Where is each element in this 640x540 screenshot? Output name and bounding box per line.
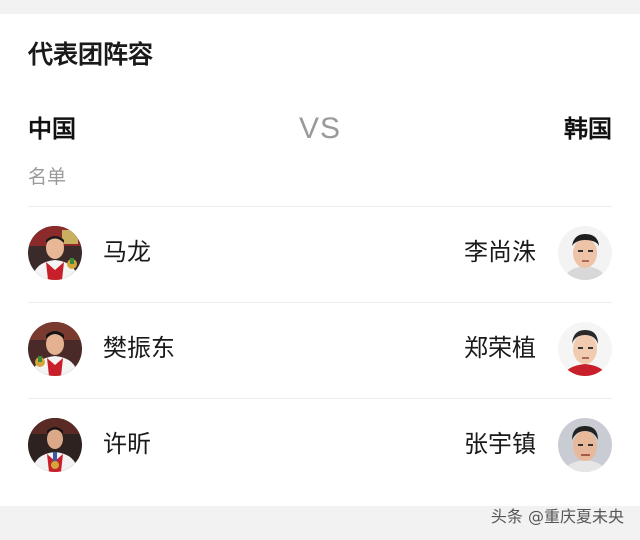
lineup-card: 代表团阵容 中国 VS 韩国 名单 马龙 李尚洙 樊振东 郑荣植 许昕 张宇镇 xyxy=(0,14,640,506)
home-player-2-name[interactable]: 樊振东 xyxy=(103,332,175,364)
home-player-3-name[interactable]: 许昕 xyxy=(103,428,151,460)
team-away-name[interactable]: 韩国 xyxy=(564,113,612,145)
away-player-2-avatar[interactable] xyxy=(558,322,612,376)
away-player-1-name[interactable]: 李尚洙 xyxy=(464,236,536,268)
roster-label: 名单 xyxy=(28,166,67,188)
away-player-2-name[interactable]: 郑荣植 xyxy=(464,332,536,364)
away-player-3-name[interactable]: 张宇镇 xyxy=(464,428,536,460)
away-player-3-avatar[interactable] xyxy=(558,418,612,472)
home-player-2-avatar[interactable] xyxy=(28,322,82,376)
player-row-3[interactable]: 许昕 张宇镇 xyxy=(28,398,612,494)
section-title: 代表团阵容 xyxy=(28,40,154,69)
home-player-3-avatar[interactable] xyxy=(28,418,82,472)
player-row-1[interactable]: 马龙 李尚洙 xyxy=(28,206,612,302)
away-player-1-avatar[interactable] xyxy=(558,226,612,280)
vs-label: VS xyxy=(298,112,342,145)
source-watermark: 头条 @重庆夏未央 xyxy=(490,507,624,526)
home-player-1-avatar[interactable] xyxy=(28,226,82,280)
home-player-1-name[interactable]: 马龙 xyxy=(103,236,151,268)
player-row-2[interactable]: 樊振东 郑荣植 xyxy=(28,302,612,398)
